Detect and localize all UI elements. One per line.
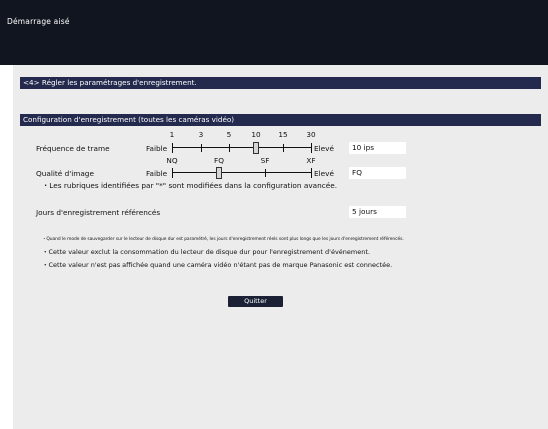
frame-rate-slider-thumb[interactable] [253,142,259,154]
step-header: <4> Régler les paramétrages d'enregistre… [20,77,541,89]
quality-scale-sf: SF [260,156,270,165]
frame-rate-value: 10 ips [349,142,406,154]
frame-rate-label: Fréquence de trame [36,144,110,153]
footnote-non-panasonic: ・Cette valeur n'est pas affichée quand u… [42,261,393,269]
frame-rate-scale-30: 30 [306,130,316,139]
frame-rate-scale-15: 15 [278,130,288,139]
advanced-config-note: ・Les rubriques identifiées par "*" sont … [42,181,338,190]
frame-rate-scale-3: 3 [198,130,204,139]
quit-button[interactable]: Quitter [228,296,283,307]
image-quality-slider-thumb[interactable] [216,167,222,179]
quality-scale-xf: XF [306,156,316,165]
recording-days-value: 5 jours [349,206,406,218]
footnote-event-recording: ・Cette valeur exclut la consommation du … [42,248,370,256]
image-quality-label: Qualité d'image [36,169,94,178]
frame-rate-scale-10: 10 [251,130,261,139]
image-quality-min-label: Faible [146,169,168,178]
image-quality-max-label: Elevé [314,169,334,178]
recording-days-label: Jours d'enregistrement référencés [36,208,161,217]
footnote-save-mode: ・Quand le mode de sauvegarder sur le lec… [42,237,404,242]
image-quality-slider[interactable] [172,167,312,179]
image-quality-value: FQ [349,167,406,179]
easy-setup-window: Démarrage aisé <4> Régler les paramétrag… [0,0,548,429]
frame-rate-scale-1: 1 [169,130,175,139]
title-bar: Démarrage aisé [0,0,548,65]
frame-rate-slider[interactable] [172,142,312,154]
section-header: Configuration d'enregistrement (toutes l… [20,114,541,126]
frame-rate-max-label: Elevé [314,144,334,153]
quality-scale-nq: NQ [166,156,178,165]
frame-rate-scale-5: 5 [226,130,232,139]
quality-scale-fq: FQ [214,156,224,165]
window-title: Démarrage aisé [7,17,70,26]
frame-rate-min-label: Faible [146,144,168,153]
